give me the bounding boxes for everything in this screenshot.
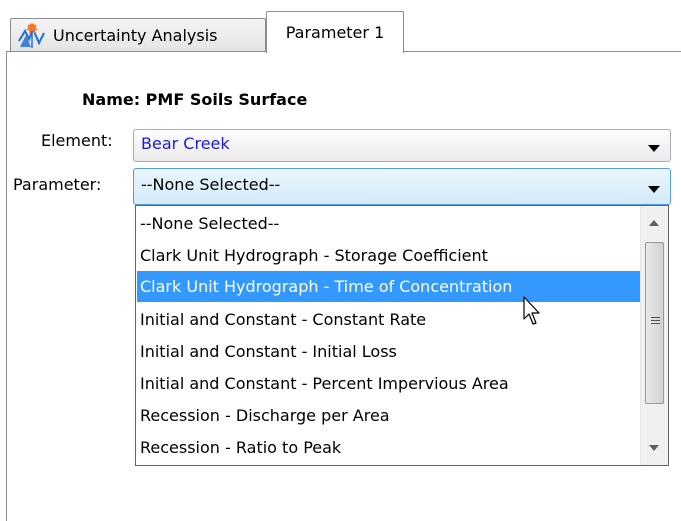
parameter-dropdown-list[interactable]: --None Selected-- Clark Unit Hydrograph … [135,205,669,466]
element-select-value: Bear Creek [141,134,230,153]
tab-parameter-1-label: Parameter 1 [285,23,385,42]
grip-line [651,323,660,324]
parameter-select-value: --None Selected-- [141,175,281,194]
mouse-cursor-icon [523,296,540,325]
scroll-down-arrow-icon[interactable] [649,445,659,451]
dropdown-option[interactable]: Recession - Ratio to Peak [137,432,641,463]
chevron-down-icon[interactable] [648,186,660,193]
dropdown-option[interactable]: Recession - Discharge per Area [137,400,641,431]
dropdown-option[interactable]: Clark Unit Hydrograph - Storage Coeffici… [137,240,641,271]
parameter-select[interactable]: --None Selected-- [133,168,671,205]
element-label: Element: [41,131,113,150]
tab-parameter-1[interactable]: Parameter 1 [266,11,404,53]
dropdown-option[interactable]: Initial and Constant - Initial Loss [137,336,641,367]
dropdown-option[interactable]: Initial and Constant - Constant Rate [137,304,641,335]
chevron-down-icon[interactable] [648,145,660,152]
tab-uncertainty-analysis-label: Uncertainty Analysis [53,26,218,45]
dropdown-option[interactable]: Initial and Constant - Percent Imperviou… [137,368,641,399]
dropdown-option-highlighted[interactable]: Clark Unit Hydrograph - Time of Concentr… [137,271,641,302]
dropdown-scrollbar[interactable] [640,206,668,465]
tab-strip: Uncertainty Analysis Parameter 1 [0,0,681,53]
grip-line [651,320,660,321]
tab-uncertainty-analysis[interactable]: Uncertainty Analysis [10,18,266,52]
element-select[interactable]: Bear Creek [133,129,671,162]
grip-line [651,317,660,318]
uncertainty-analysis-icon [17,21,47,51]
parameter-label: Parameter: [13,175,102,194]
scroll-up-arrow-icon[interactable] [649,220,659,226]
name-label: Name: PMF Soils Surface [82,90,308,109]
scrollbar-thumb[interactable] [645,242,664,404]
dropdown-option[interactable]: --None Selected-- [137,208,641,239]
